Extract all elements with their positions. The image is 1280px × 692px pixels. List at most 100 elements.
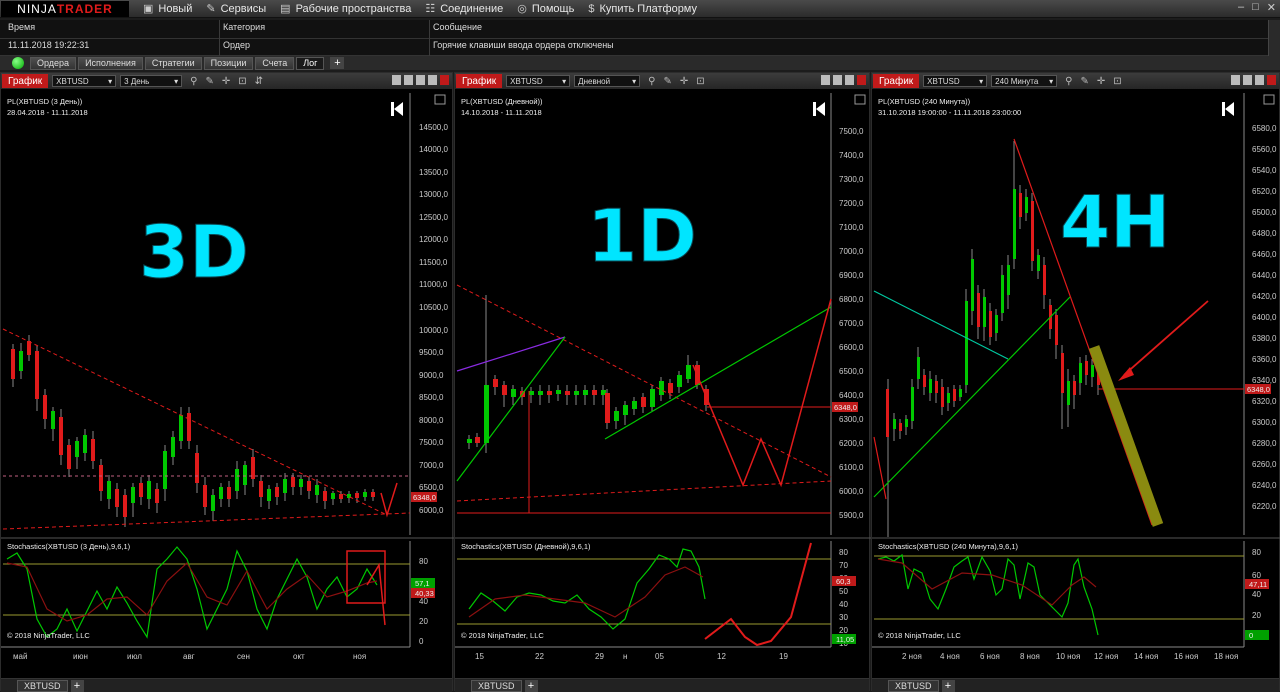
panel-options-icon[interactable] xyxy=(854,94,866,105)
panel-options-icon[interactable] xyxy=(1263,94,1275,105)
tab-positions[interactable]: Позиции xyxy=(203,56,254,70)
maximize-icon[interactable] xyxy=(845,75,854,85)
chart-tab[interactable]: XBTUSD xyxy=(471,679,522,692)
timeframe-selector[interactable]: 240 Минута ▾ xyxy=(991,75,1058,87)
price-axis: 6580,0 6560,0 6540,0 6520,0 6500,0 6480,… xyxy=(1252,124,1277,511)
projection-arrow xyxy=(704,542,812,647)
zoom-icon[interactable]: ⊡ xyxy=(696,76,704,87)
price-tick: 6300,0 xyxy=(839,415,864,424)
search-icon[interactable]: ⚲ xyxy=(190,76,197,87)
log-header-time[interactable]: Время xyxy=(8,22,35,32)
menu-new-label: Новый xyxy=(158,2,193,15)
layout-icon[interactable] xyxy=(392,75,401,85)
price-tick: 6460,0 xyxy=(1252,250,1277,259)
layout-icon[interactable] xyxy=(404,75,413,85)
maximize-icon[interactable] xyxy=(1255,75,1264,85)
log-cell-category[interactable]: Ордер xyxy=(223,40,250,50)
menu-new[interactable]: ▣ Новый xyxy=(143,2,193,16)
panel-options-icon[interactable] xyxy=(434,94,446,105)
menu-connection[interactable]: ☷ Соединение xyxy=(425,2,503,16)
layout-icon[interactable] xyxy=(1231,75,1240,85)
close-icon[interactable] xyxy=(440,75,449,85)
zoom-icon[interactable]: ⊡ xyxy=(238,76,246,87)
time-tick: 12 xyxy=(717,652,726,661)
price-tick: 7000,0 xyxy=(839,247,864,256)
log-header-message[interactable]: Сообщение xyxy=(433,22,482,32)
instrument-selector[interactable]: XBTUSD ▾ xyxy=(506,75,571,87)
price-tick: 6500,0 xyxy=(839,367,864,376)
maximize-icon[interactable]: □ xyxy=(1252,1,1259,14)
search-icon[interactable]: ⚲ xyxy=(648,76,655,87)
navigate-icon[interactable] xyxy=(813,102,825,116)
minimize-icon[interactable] xyxy=(833,75,842,85)
chart-body[interactable]: 14500,0 14000,0 13500,0 13000,0 12500,0 … xyxy=(1,89,454,678)
minimize-icon[interactable] xyxy=(416,75,425,85)
instrument-selector[interactable]: XBTUSD ▾ xyxy=(52,75,117,87)
price-tick: 6100,0 xyxy=(839,463,864,472)
drawing-icon[interactable]: ✎ xyxy=(206,76,214,87)
series-label: PL(XBTUSD (240 Минута)) xyxy=(878,97,971,106)
price-tick: 6560,0 xyxy=(1252,145,1277,154)
price-tick: 10000,0 xyxy=(419,326,448,335)
layout-icon[interactable] xyxy=(821,75,830,85)
navigate-icon[interactable] xyxy=(1222,102,1234,116)
close-icon[interactable]: ✕ xyxy=(1267,1,1276,14)
close-icon[interactable] xyxy=(1267,75,1276,85)
price-tick: 14500,0 xyxy=(419,123,448,132)
tab-strategies[interactable]: Стратегии xyxy=(144,56,202,70)
log-cell-time[interactable]: 11.11.2018 19:22:31 xyxy=(8,40,89,50)
minimize-icon[interactable] xyxy=(1243,75,1252,85)
chart-body[interactable]: 6580,0 6560,0 6540,0 6520,0 6500,0 6480,… xyxy=(872,89,1280,678)
chart-tab[interactable]: XBTUSD xyxy=(888,679,939,692)
stoch-tick: 40 xyxy=(419,597,428,606)
navigate-icon[interactable] xyxy=(391,102,403,116)
crosshair-icon[interactable]: ✛ xyxy=(1097,76,1105,87)
chart-tab[interactable]: XBTUSD xyxy=(17,679,68,692)
chevron-down-icon: ▾ xyxy=(979,76,984,86)
stoch-label: Stochastics(XBTUSD (240 Минута),9,6,1) xyxy=(878,542,1019,551)
menu-workspaces[interactable]: ▤ Рабочие пространства xyxy=(280,2,411,16)
menu-services[interactable]: ✎ Сервисы xyxy=(206,2,266,16)
add-chart-tab-button[interactable]: + xyxy=(941,679,955,692)
tab-orders[interactable]: Ордера xyxy=(30,56,77,70)
add-tab-button[interactable]: + xyxy=(330,57,345,69)
tab-log[interactable]: Лог xyxy=(296,56,325,70)
price-tick: 6200,0 xyxy=(839,439,864,448)
price-tick: 6580,0 xyxy=(1252,124,1277,133)
crosshair-icon[interactable]: ✛ xyxy=(222,76,230,87)
menu-buy[interactable]: $ Купить Платформу xyxy=(588,3,697,15)
close-icon[interactable] xyxy=(857,75,866,85)
price-tick: 7000,0 xyxy=(419,461,444,470)
tab-executions[interactable]: Исполнения xyxy=(78,56,143,70)
crosshair-icon[interactable]: ✛ xyxy=(680,76,688,87)
log-scrollbar[interactable] xyxy=(1268,20,1280,56)
time-tick: 16 ноя xyxy=(1174,652,1198,661)
timeframe-selector[interactable]: 3 День ▾ xyxy=(120,75,183,87)
drawing-icon[interactable]: ✎ xyxy=(1081,76,1089,87)
drawing-icon[interactable]: ✎ xyxy=(664,76,672,87)
stoch-tag-value: 57,1 xyxy=(415,579,430,588)
tab-accounts[interactable]: Счета xyxy=(255,56,295,70)
price-tick: 13000,0 xyxy=(419,190,448,199)
date-range: 31.10.2018 19:00:00 - 11.11.2018 23:00:0… xyxy=(878,108,1021,117)
add-chart-tab-button[interactable]: + xyxy=(524,679,538,692)
log-header-category[interactable]: Категория xyxy=(223,22,265,32)
price-tick: 12500,0 xyxy=(419,213,448,222)
copyright: © 2018 NinjaTrader, LLC xyxy=(878,631,961,640)
add-chart-tab-button[interactable]: + xyxy=(70,679,84,692)
timeframe-annotation: 1D xyxy=(587,194,697,278)
search-icon[interactable]: ⚲ xyxy=(1065,76,1072,87)
minimize-icon[interactable]: – xyxy=(1238,1,1244,14)
maximize-icon[interactable] xyxy=(428,75,437,85)
zoom-icon[interactable]: ⊡ xyxy=(1113,76,1121,87)
chart-body[interactable]: 7500,0 7400,0 7300,0 7200,0 7100,0 7000,… xyxy=(455,89,871,678)
menu-help[interactable]: ◎ Помощь xyxy=(517,2,574,16)
log-cell-message[interactable]: Горячие клавиши ввода ордера отключены xyxy=(433,40,614,50)
timeframe-selector[interactable]: Дневной ▾ xyxy=(574,75,641,87)
stoch-tick: 30 xyxy=(839,613,848,622)
time-tick: авг xyxy=(183,652,195,661)
indicators-icon[interactable]: ⇵ xyxy=(255,76,263,87)
instrument-selector[interactable]: XBTUSD ▾ xyxy=(923,75,988,87)
stoch-tick: 40 xyxy=(1252,590,1261,599)
time-axis: 15 22 29 н 05 12 19 xyxy=(475,652,788,661)
